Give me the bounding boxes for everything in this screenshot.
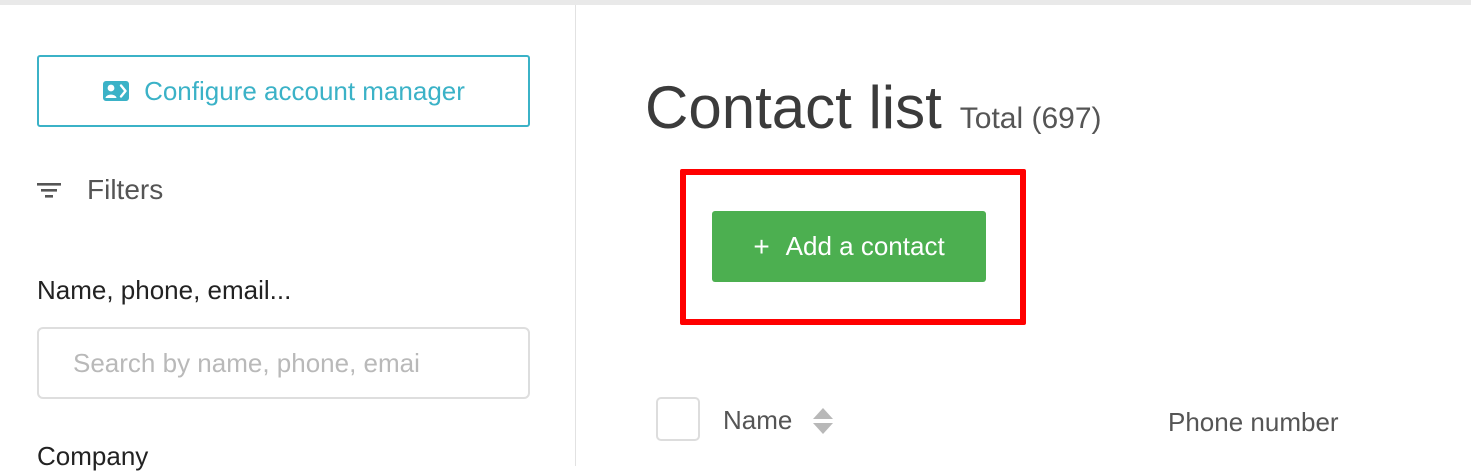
configure-account-manager-label: Configure account manager <box>144 75 465 106</box>
configure-account-manager-button[interactable]: Configure account manager <box>37 55 530 127</box>
main-content: Contact list Total (697) + Add a contact… <box>577 5 1471 466</box>
table-header: Name Phone number <box>656 395 1456 443</box>
search-field-label: Name, phone, email... <box>37 275 292 305</box>
column-header-name[interactable]: Name <box>723 405 834 436</box>
filters-toggle[interactable]: Filters <box>37 170 163 210</box>
filter-lines-icon <box>37 180 61 200</box>
company-filter-label: Company <box>37 441 149 471</box>
page-title-text: Contact list <box>645 74 942 141</box>
add-contact-label: Add a contact <box>785 231 945 261</box>
plus-icon: + <box>753 230 770 262</box>
sidebar: Configure account manager Filters Name, … <box>0 5 576 471</box>
sort-arrows-icon[interactable] <box>812 406 834 436</box>
contact-card-icon <box>102 80 130 102</box>
add-contact-button[interactable]: + Add a contact <box>712 211 986 282</box>
filters-label: Filters <box>87 174 164 205</box>
page-title: Contact list Total (697) <box>645 73 1102 142</box>
select-all-checkbox[interactable] <box>656 397 700 441</box>
column-header-phone[interactable]: Phone number <box>1168 407 1339 438</box>
total-count: Total (697) <box>959 102 1102 135</box>
column-name-label: Name <box>723 405 793 435</box>
search-input[interactable] <box>37 327 530 399</box>
